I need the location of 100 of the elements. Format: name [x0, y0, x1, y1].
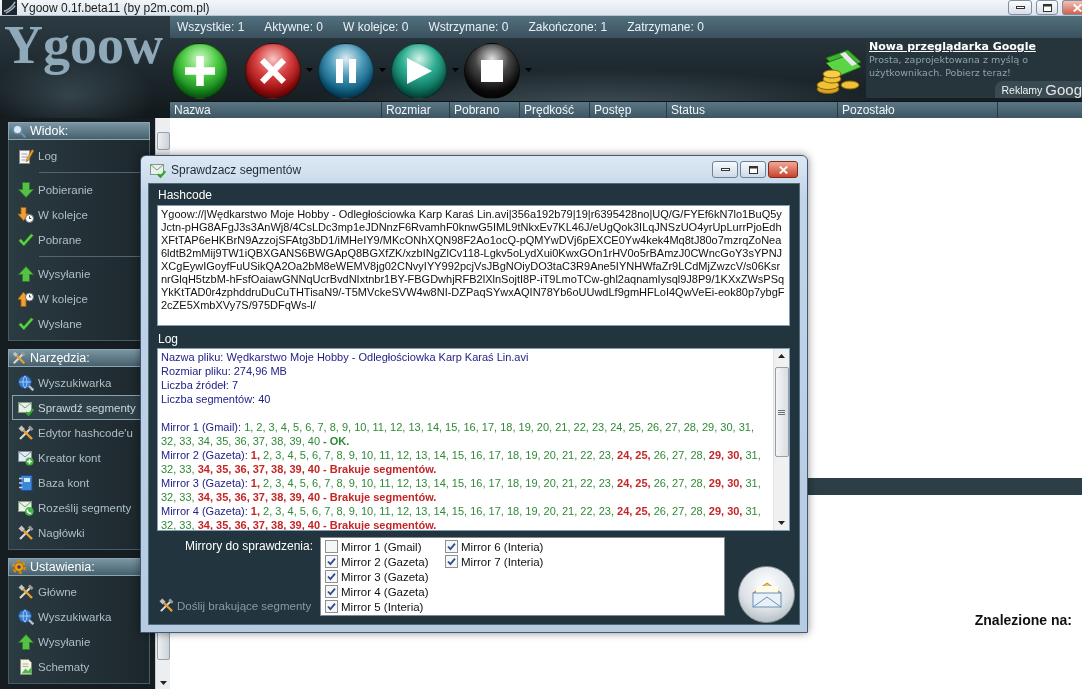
tools-icon [12, 351, 26, 365]
check-icon [18, 315, 34, 332]
app-logo: Ygoow [4, 16, 163, 74]
dialog-title: Sprawdzacz segmentów [171, 162, 302, 177]
down-arrow-clock-icon [18, 206, 34, 223]
ad-text: Prosta, zaprojektowana z myślą o użytkownikach. Pobierz teraz! [869, 53, 1030, 79]
checkbox[interactable] [325, 585, 338, 598]
close-button[interactable] [768, 161, 798, 178]
sidebar-item[interactable]: Kreator kont [12, 445, 146, 470]
mirror-option[interactable]: Mirror 6 (Interia) [445, 540, 544, 553]
play-button[interactable] [391, 43, 447, 99]
log-line: Liczba źródeł: 7 [161, 378, 240, 392]
caret-down-icon[interactable] [159, 681, 167, 685]
checkbox[interactable] [325, 600, 338, 613]
down-arrow-icon [18, 181, 34, 198]
notepad-icon [18, 147, 34, 164]
envelope-plus-icon [18, 449, 34, 466]
envelope-check-icon [150, 161, 166, 178]
minimize-icon [1015, 6, 1025, 9]
sidebar-item[interactable]: Pobrane [12, 227, 146, 252]
stop-icon [481, 60, 503, 82]
mirror-option[interactable]: Mirror 4 (Gazeta) [325, 585, 429, 598]
stop-button[interactable] [464, 43, 520, 99]
sidebar-item[interactable]: Nagłówki [12, 520, 146, 545]
tools-icon [18, 583, 34, 600]
money-icon [814, 48, 862, 94]
counter-label: Aktywne: 0 [264, 20, 324, 34]
pause-icon [334, 59, 358, 83]
mirror-option[interactable]: Mirror 1 (Gmail) [325, 540, 422, 553]
mirror-option[interactable]: Mirror 3 (Gazeta) [325, 570, 429, 583]
address-book-icon [18, 474, 34, 491]
sidebar-item[interactable]: Log [12, 143, 146, 168]
close-icon [1073, 3, 1082, 12]
minimize-button[interactable] [712, 161, 738, 178]
pause-button[interactable] [318, 43, 374, 99]
counter-label: Wstrzymane: 0 [428, 20, 509, 34]
sidebar-item[interactable]: Pobieranie [12, 177, 146, 202]
found-on-label: Znalezione na: [974, 612, 1072, 628]
sidebar-item[interactable]: Wyszukiwarka [12, 604, 146, 629]
sidebar-item[interactable]: Schematy [12, 654, 146, 679]
log-line: Mirror 2 (Gazeta): 1, 2, 3, 4, 5, 6, 7, 8, 9, 10, 11, 12, 13, 14, 15, 16, 17, 18, 19, 20, 21, 22, 23, 24, 25, 26, 27, 28, 29, 30, 31, 32, 33, 34, 35, 36, 37, 38, 39, 40 - Brakuje segmentów. [161, 448, 762, 476]
window-title: Ygoow 0.1f.beta11 (by p2m.com.pl) [21, 0, 211, 15]
envelope-phone-icon [18, 499, 34, 516]
sidebar-item[interactable]: Wyszukiwarka [12, 370, 146, 395]
section-title: Ustawienia: [30, 560, 95, 574]
section-header[interactable]: Widok: [8, 122, 150, 140]
hashcode-field[interactable]: Ygoow://|Wędkarstwo Moje Hobby - Odległościowka Karp Karaś Lin.avi|356a192b79|19|r6395428no|UQ/G/FYEf6kN7lo1BuQ5yJctn-pHG8AFgJ3s3AnWj8/4CsLDc3mp1eJDNnzF6RvamhF0knwG5IML9tNkxEv7KL46J/eUgQok3ILqJNSzUO4yrUpLurrPjoEdhXFtTAP6eHKBrN9AzzojSFAtg3bD1/iMHeIY9/MKcONhXQN98F2Ao1ocQ-pQMYwDVj6pEXCE0Yw4kek4Mq8tJ80o7mzrqZoNea6ldtB2mMij9TW1iQBXGANS6BWGApQ8BGXfZK/xzbINgZlCv118-Lgkv5oLydXui0KwxGOn1rHV0o5rBAmzJ0CWncGoY3sYPNJXCgEywIGoyfFuUSikQA2Oa2bM8eWEMV8jg02CNvyIYY992pcjVsJBgNOiyDO3taC3R9Ane5IYNHWfaZr9LCdMjZwzcV/s06KsrnrGlqH5tzbM-hFsfOaiawGNNqUcrBvdNIxtnbr1BY-FBGDwhjRFB2lXlnSojtI8P-iT9LmoTCw-ghl2aqnamIysql9J8P9/1KXxZWsPSqYkKtTAD0r4zphddruDuCuTHTisaN9/-T5MVckeSVW4w8NI-DZPaqSYwxAQIN78Yb6oUUwdLf9gmHFLoI4QwVeEi-eok80p7ybgF2cZE5XmbXVy7S/975DFqWs-l/ [157, 205, 790, 326]
up-arrow-icon [18, 633, 34, 650]
add-button[interactable] [172, 43, 228, 99]
globe-icon [18, 608, 34, 625]
gear-icon [12, 560, 26, 574]
checkbox[interactable] [445, 540, 458, 553]
sidebar-item[interactable]: Wysyłanie [12, 261, 146, 286]
maximize-button[interactable] [740, 161, 766, 178]
ads-tab[interactable]: Reklamy Goog [995, 81, 1082, 98]
scrollbar[interactable] [773, 349, 789, 530]
sidebar-item[interactable]: Główne [12, 579, 146, 604]
checkbox[interactable] [325, 555, 338, 568]
checkbox[interactable] [325, 540, 338, 553]
caret-up-icon[interactable] [778, 354, 785, 358]
document-icon [18, 658, 34, 675]
sidebar-item[interactable]: Edytor hashcode'u [12, 420, 146, 445]
plus-icon [185, 56, 215, 86]
send-button[interactable] [738, 566, 795, 623]
caret-down-icon[interactable] [778, 521, 785, 525]
maximize-icon [748, 165, 758, 174]
sidebar-item[interactable]: Wysłane [12, 311, 146, 336]
log-line: Nazwa pliku: Wędkarstwo Moje Hobby - Odległościowka Karp Karaś Lin.avi [161, 350, 530, 364]
counter-label: Wszystkie: 1 [177, 20, 245, 34]
globe-icon [18, 374, 34, 391]
mirrors-label: Mirrory do sprawdzenia: [183, 539, 313, 553]
field-label: Log [157, 331, 179, 347]
tools-icon [159, 598, 174, 613]
envelope-check-icon [18, 399, 34, 416]
mirror-option[interactable]: Mirror 2 (Gazeta) [325, 555, 429, 568]
scrollbar-thumb[interactable] [774, 367, 789, 457]
play-icon [406, 58, 432, 84]
tools-icon [18, 424, 34, 441]
close-icon [778, 165, 788, 174]
sidebar-item[interactable]: Wysyłanie [12, 629, 146, 654]
sidebar-item[interactable]: W kolejce [12, 202, 146, 227]
maximize-icon [1042, 3, 1052, 12]
section-title: Widok: [30, 124, 69, 138]
envelope-icon [751, 581, 782, 608]
up-arrow-icon [18, 265, 34, 282]
ad-link[interactable]: Nowa przeglądarka Google [869, 40, 1036, 53]
maximize-button[interactable] [1036, 0, 1058, 15]
checkbox[interactable] [445, 555, 458, 568]
brand-label: Goog [1045, 82, 1082, 97]
sidebar-item[interactable]: W kolejce [12, 286, 146, 311]
sidebar-item[interactable]: Baza kont [12, 470, 146, 495]
mirror-option[interactable]: Mirror 7 (Interia) [445, 555, 544, 568]
delete-button[interactable] [245, 43, 301, 99]
log-line: Mirror 3 (Gazeta): 1, 2, 3, 4, 5, 6, 7, 8, 9, 10, 11, 12, 13, 14, 15, 16, 17, 18, 19, 20, 21, 22, 23, 24, 25, 26, 27, 28, 29, 30, 31, 32, 33, 34, 35, 36, 37, 38, 39, 40 - Brakuje segmentów. [161, 476, 762, 504]
section-title: Narzędzia: [30, 351, 90, 365]
scrollbar-thumb[interactable] [156, 132, 170, 150]
minimize-button[interactable] [1008, 0, 1032, 15]
sidebar-item[interactable]: Roześlij segmenty [12, 495, 146, 520]
checkbox[interactable] [325, 570, 338, 583]
mirror-option[interactable]: Mirror 5 (Interia) [325, 600, 424, 613]
